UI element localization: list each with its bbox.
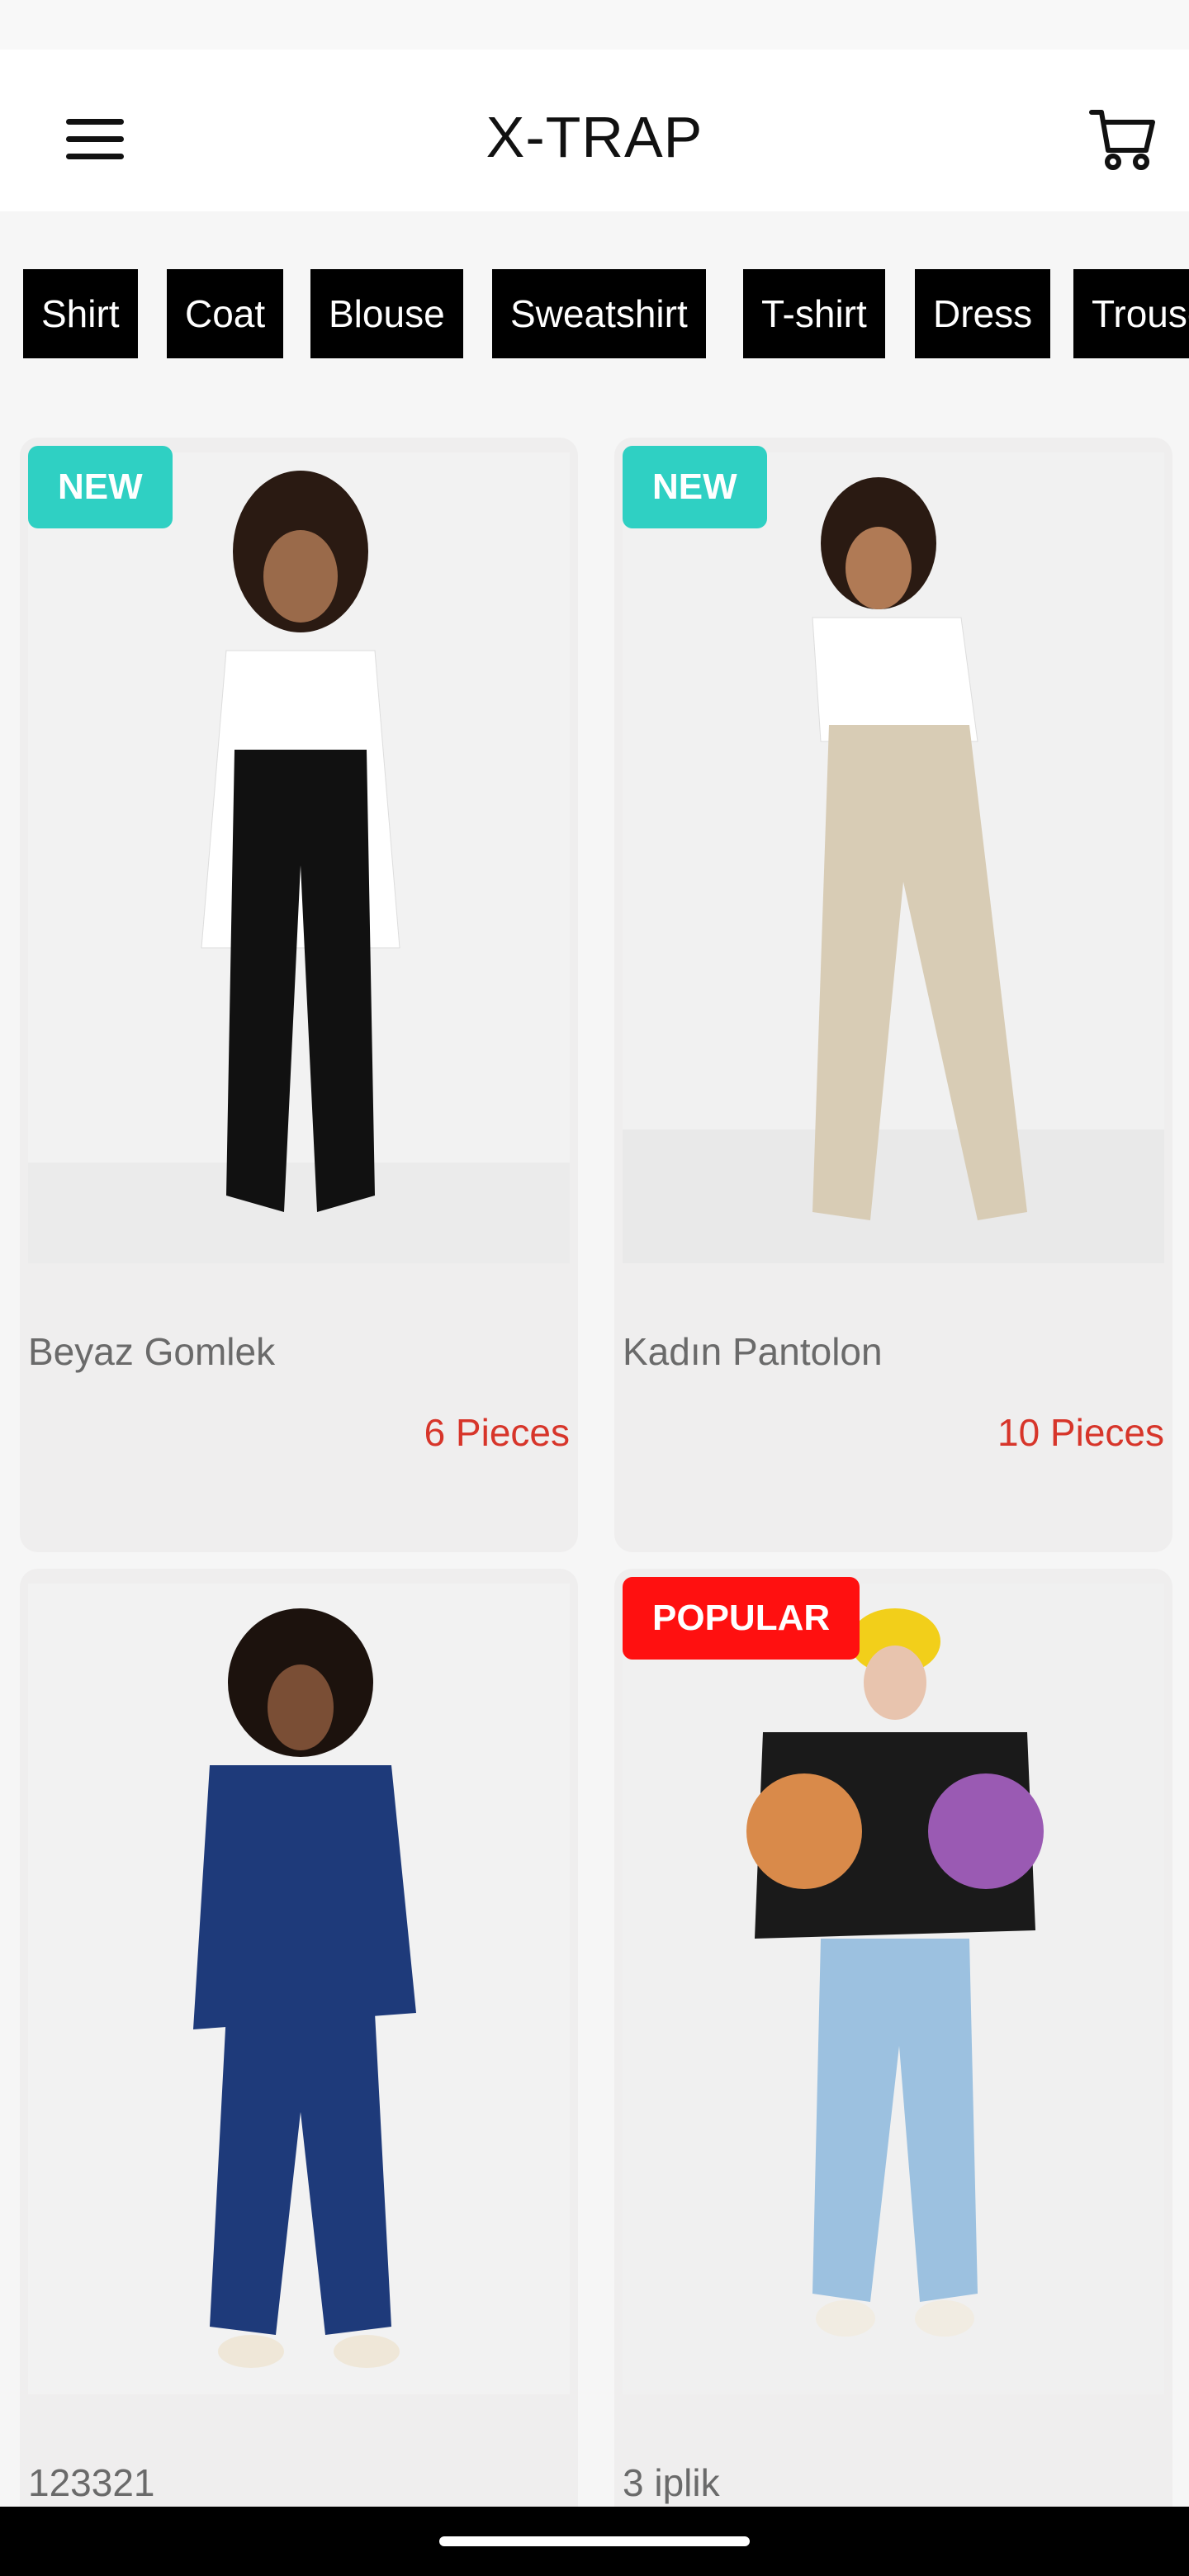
product-image [28, 1584, 570, 2394]
category-chip-sweatshirt[interactable]: Sweatshirt [492, 269, 706, 358]
category-chip-dress[interactable]: Dress [915, 269, 1051, 358]
category-chip-blouse[interactable]: Blouse [310, 269, 463, 358]
product-pieces: 10 Pieces [997, 1411, 1164, 1454]
product-name: 3 iplik [623, 2461, 720, 2504]
category-chip-coat[interactable]: Coat [167, 269, 284, 358]
home-gesture-handle[interactable] [439, 2536, 750, 2546]
app-title: X-TRAP [486, 105, 703, 169]
category-chip-shirt[interactable]: Shirt [23, 269, 138, 358]
product-name: 123321 [28, 2461, 155, 2504]
product-image [623, 452, 1164, 1263]
product-card[interactable]: 123321 [20, 1569, 578, 2526]
product-card[interactable]: NEW Kadın Pantolon 10 Pieces [614, 438, 1172, 1552]
category-chip-trousers[interactable]: Trousers [1073, 269, 1189, 358]
new-badge: NEW [28, 446, 173, 528]
system-navigation-bar [0, 2507, 1189, 2576]
product-pieces: 6 Pieces [424, 1411, 570, 1454]
product-card[interactable]: NEW Beyaz Gomlek 6 Pieces [20, 438, 578, 1552]
product-image [623, 1584, 1164, 2394]
product-name: Kadın Pantolon [623, 1330, 883, 1373]
popular-badge: POPULAR [623, 1577, 860, 1660]
product-name: Beyaz Gomlek [28, 1330, 276, 1373]
cart-button[interactable] [1088, 104, 1156, 172]
model-photo-placeholder [28, 1584, 570, 2394]
product-card[interactable]: POPULAR 3 iplik [614, 1569, 1172, 2526]
model-photo-placeholder [623, 1584, 1164, 2394]
shopping-cart-icon [1089, 110, 1155, 170]
model-photo-placeholder [623, 452, 1164, 1263]
category-scroller[interactable]: Shirt Coat Blouse Sweatshirt T-shirt Dre… [0, 269, 1189, 360]
category-chip-tshirt[interactable]: T-shirt [743, 269, 885, 358]
product-image [28, 452, 570, 1263]
new-badge: NEW [623, 446, 767, 528]
model-photo-placeholder [28, 452, 570, 1263]
app-header: X-TRAP [0, 50, 1189, 211]
